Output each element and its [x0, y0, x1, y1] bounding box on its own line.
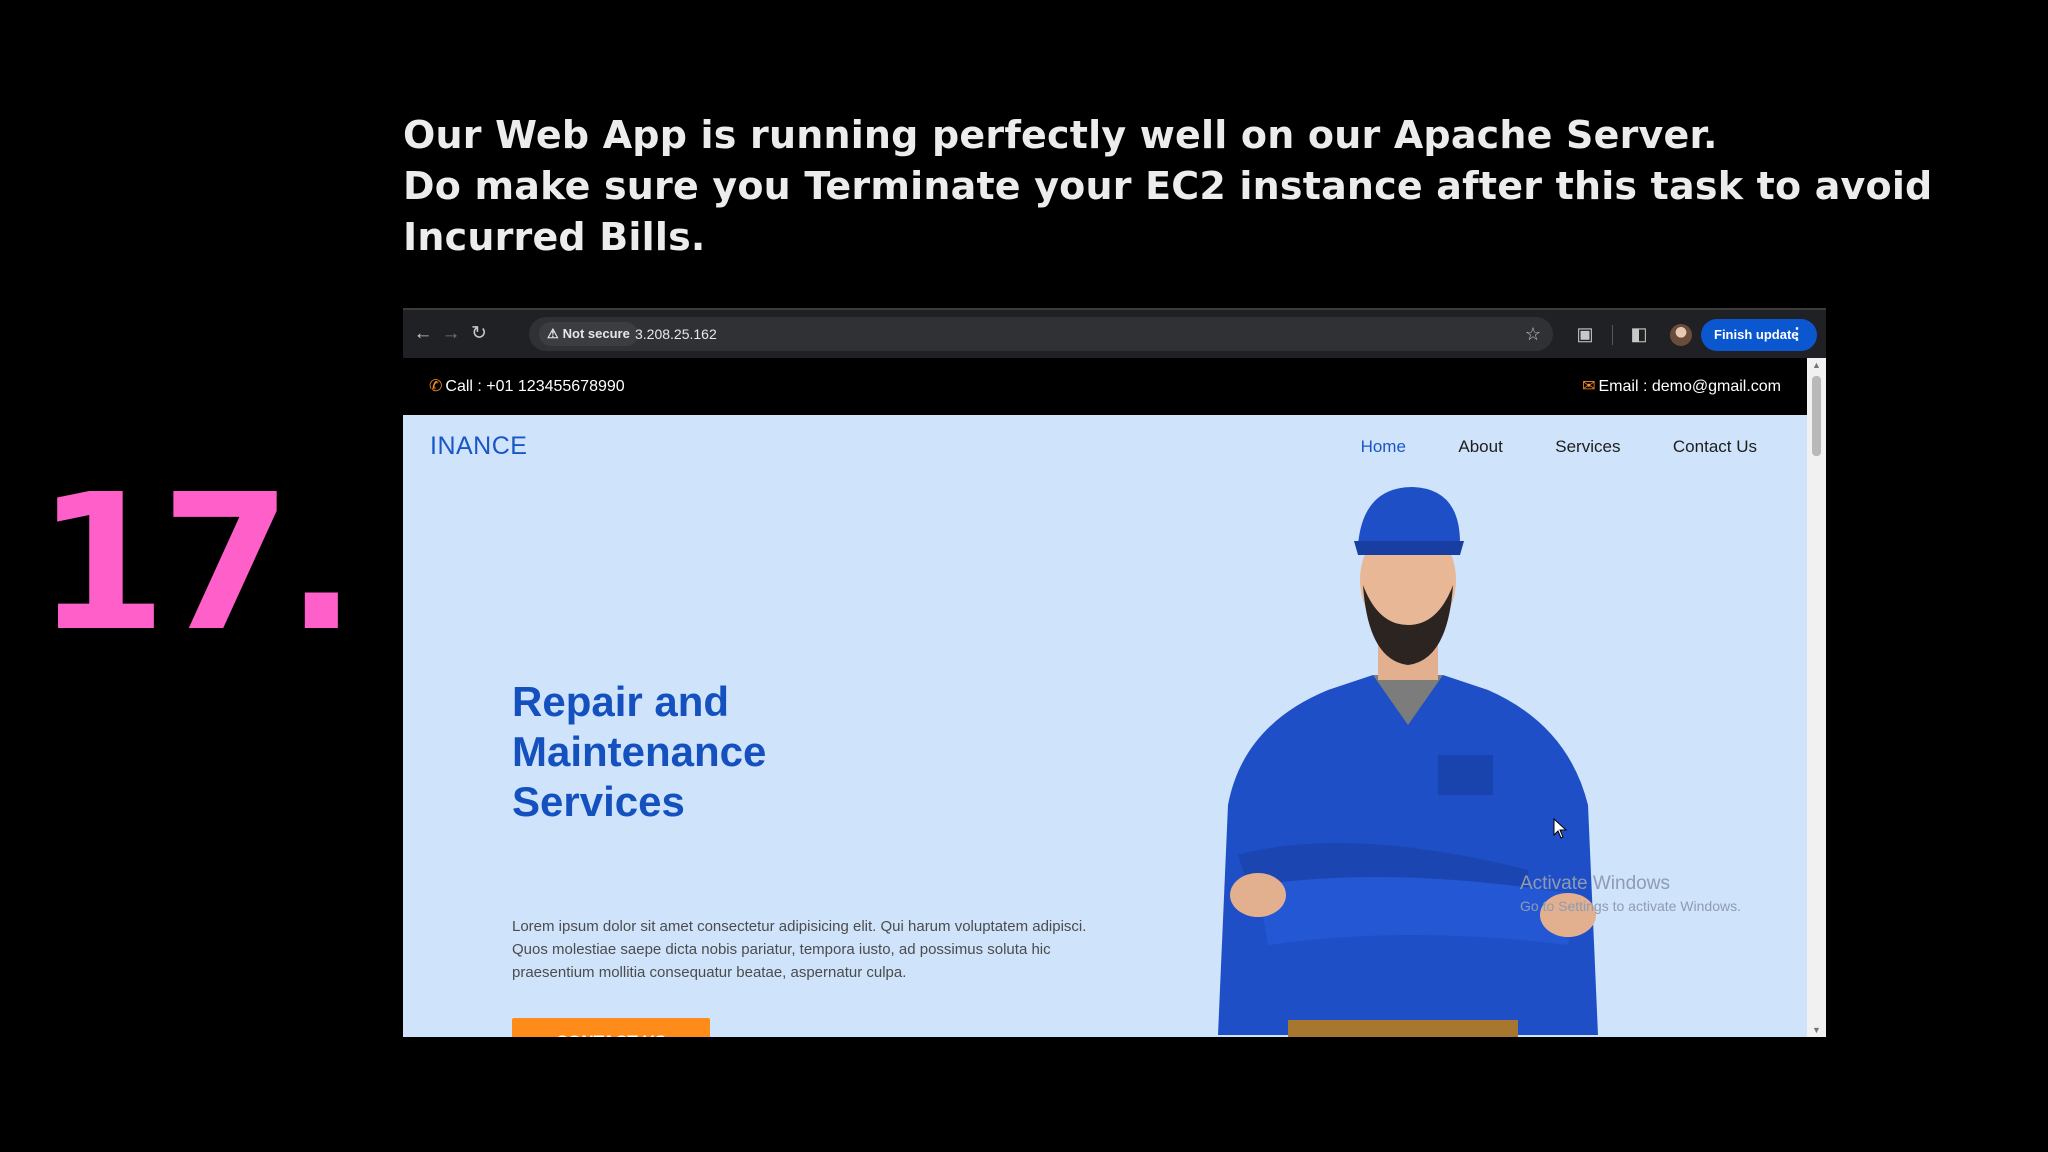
reload-icon[interactable]: ↻: [467, 322, 491, 346]
hero-section: INANCE Home About Services Contact Us Re…: [403, 415, 1807, 1037]
step-number: 17.: [36, 454, 357, 673]
security-label: Not secure: [562, 326, 630, 341]
finish-update-button[interactable]: Finish update ⋮: [1701, 319, 1817, 351]
watermark-subtitle: Go to Settings to activate Windows.: [1520, 898, 1741, 914]
address-bar[interactable]: ⚠ Not secure 3.208.25.162 ☆: [529, 317, 1553, 351]
slide-heading: Our Web App is running perfectly well on…: [403, 110, 1933, 263]
heading-line: Do make sure you Terminate your EC2 inst…: [403, 164, 1933, 208]
toolbar-divider: [1612, 325, 1613, 345]
nav-services[interactable]: Services: [1555, 437, 1620, 457]
extensions-icon[interactable]: ▣: [1573, 322, 1597, 346]
heading-line: Incurred Bills.: [403, 215, 706, 259]
browser-window: ← → ↻ ⚠ Not secure 3.208.25.162 ☆ ▣ ◧ Fin…: [403, 308, 1826, 1037]
phone-icon: ✆: [429, 378, 443, 395]
scroll-up-icon[interactable]: ▲: [1812, 360, 1821, 370]
contact-us-button[interactable]: CONTACT US: [512, 1018, 710, 1037]
hero-title-line: Services: [512, 778, 685, 825]
scroll-thumb[interactable]: [1812, 376, 1821, 456]
back-arrow-icon[interactable]: ←: [411, 322, 435, 346]
nav-about[interactable]: About: [1458, 437, 1502, 457]
heading-line: Our Web App is running perfectly well on…: [403, 113, 1718, 157]
kebab-menu-icon[interactable]: ⋮: [1789, 319, 1805, 351]
hero-title: Repair and Maintenance Services: [512, 677, 932, 827]
web-page: ✆ Call : +01 123455678990 ✉ Email : demo@g…: [403, 358, 1807, 1037]
page-scrollbar[interactable]: ▲ ▼: [1807, 358, 1826, 1037]
forward-arrow-icon[interactable]: →: [439, 322, 463, 346]
call-info[interactable]: ✆ Call : +01 123455678990: [429, 358, 625, 415]
url-text[interactable]: 3.208.25.162: [635, 317, 717, 351]
side-panel-icon[interactable]: ◧: [1627, 322, 1651, 346]
main-nav: Home About Services Contact Us: [1313, 437, 1757, 457]
site-logo[interactable]: INANCE: [430, 432, 527, 461]
envelope-icon: ✉: [1582, 378, 1596, 395]
hero-description: Lorem ipsum dolor sit amet consectetur a…: [512, 918, 1087, 981]
warning-icon: ⚠: [547, 326, 559, 341]
activate-windows-watermark: Activate Windows Go to Settings to activ…: [1520, 872, 1741, 916]
nav-contact-us[interactable]: Contact Us: [1673, 437, 1757, 457]
mouse-cursor-icon: [1553, 818, 1568, 839]
finish-update-label: Finish update: [1714, 327, 1799, 342]
bookmark-star-icon[interactable]: ☆: [1525, 317, 1541, 351]
hero-title-line: Repair and: [512, 678, 730, 725]
contact-topbar: ✆ Call : +01 123455678990 ✉ Email : demo@g…: [403, 358, 1807, 415]
scroll-down-icon[interactable]: ▼: [1812, 1025, 1821, 1035]
hero-title-line: Maintenance: [512, 728, 767, 775]
nav-home[interactable]: Home: [1361, 437, 1406, 457]
profile-avatar[interactable]: [1670, 324, 1692, 346]
watermark-title: Activate Windows: [1520, 873, 1670, 894]
browser-toolbar: ← → ↻ ⚠ Not secure 3.208.25.162 ☆ ▣ ◧ Fin…: [403, 308, 1826, 360]
email-info[interactable]: ✉ Email : demo@gmail.com: [1582, 358, 1781, 415]
worker-illustration: [1218, 487, 1598, 1037]
security-chip[interactable]: ⚠ Not secure: [539, 322, 638, 346]
call-text: Call : +01 123455678990: [445, 378, 625, 395]
email-text: Email : demo@gmail.com: [1598, 378, 1781, 395]
